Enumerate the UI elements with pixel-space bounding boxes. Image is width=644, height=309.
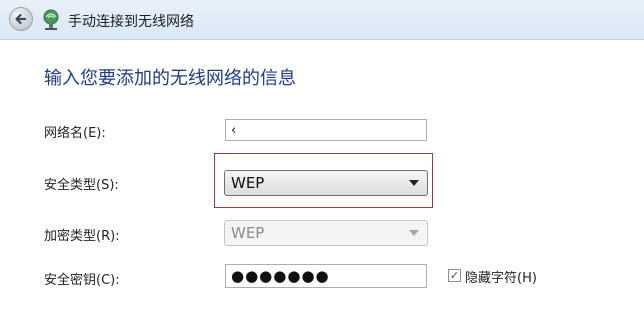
network-name-label: 网络名(E):: [44, 126, 106, 141]
window-title: 手动连接到无线网络: [68, 14, 194, 30]
check-icon: ✓: [449, 269, 460, 282]
encryption-type-select: WEP: [224, 220, 428, 246]
back-button[interactable]: [9, 7, 33, 31]
network-icon: [43, 9, 59, 30]
encryption-type-label: 加密类型(R):: [44, 229, 120, 244]
chevron-down-icon: [409, 230, 419, 236]
hide-chars-checkbox[interactable]: ✓: [448, 269, 461, 282]
hide-chars-label[interactable]: 隐藏字符(H): [465, 267, 537, 286]
security-key-label: 安全密钥(C):: [44, 273, 120, 288]
security-key-value: ●●●●●●●: [231, 267, 330, 285]
security-key-input[interactable]: ●●●●●●●: [225, 264, 427, 288]
title-bar: 手动连接到无线网络: [0, 0, 644, 40]
security-type-value: WEP: [231, 174, 265, 192]
page-heading: 输入您要添加的无线网络的信息: [44, 68, 296, 89]
security-type-select[interactable]: WEP: [224, 170, 428, 196]
chevron-down-icon: [409, 180, 419, 186]
encryption-type-value: WEP: [231, 224, 265, 242]
back-arrow-icon: [15, 13, 27, 25]
network-name-input[interactable]: ‹: [225, 119, 427, 141]
security-type-label: 安全类型(S):: [44, 178, 119, 193]
network-name-value: ‹: [231, 122, 237, 138]
